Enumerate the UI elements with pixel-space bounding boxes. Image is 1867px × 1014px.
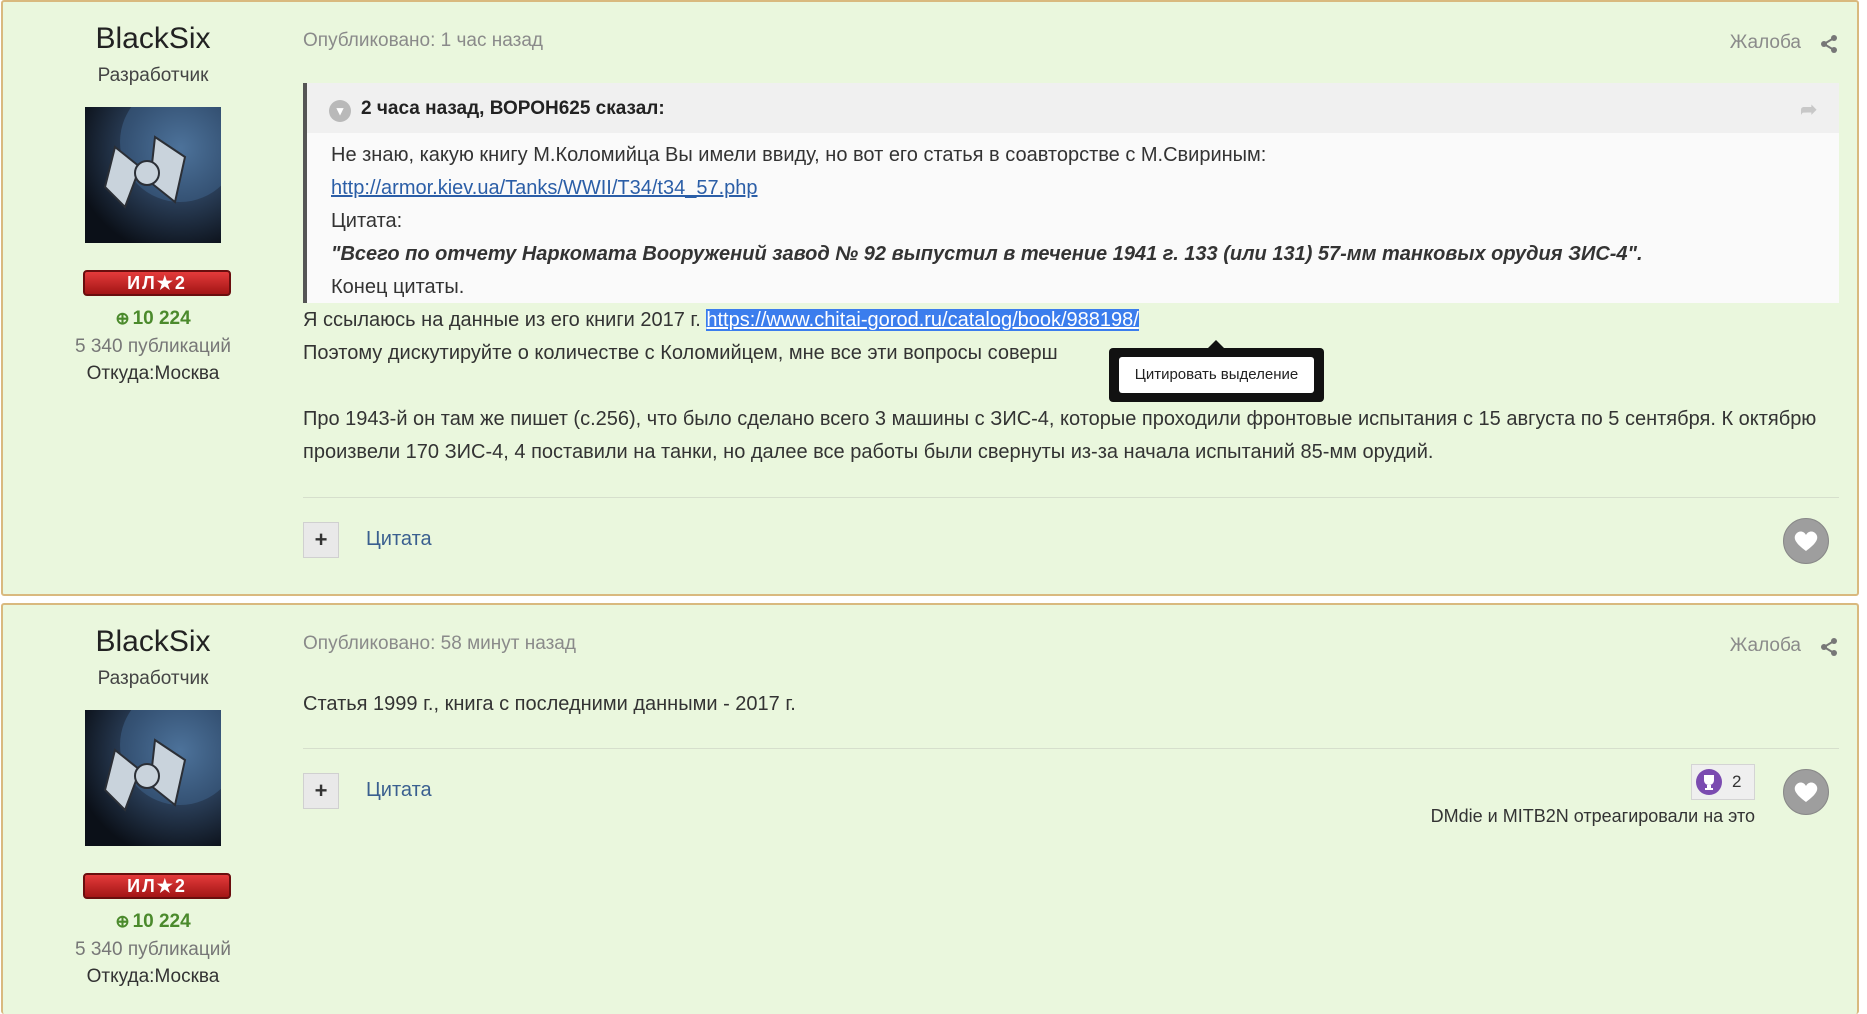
tooltip-arrow xyxy=(1207,340,1225,349)
avatar[interactable] xyxy=(85,107,221,243)
selected-link[interactable]: https://www.chitai-gorod.ru/catalog/book… xyxy=(706,309,1139,331)
posts-count: 5 340 публикаций xyxy=(75,939,231,960)
body-line: Поэтому дискутируйте о количестве с Коло… xyxy=(303,342,1058,364)
quote-line: Конец цитаты. xyxy=(331,276,465,298)
trophy-icon xyxy=(1696,769,1722,795)
reacted-users[interactable]: DMdie и MITB2N отреагировали на это xyxy=(1431,806,1755,827)
quote-block: ▾ 2 часа назад, ВОРОН625 сказал: ➦ Не зн… xyxy=(303,83,1839,303)
divider xyxy=(303,497,1839,498)
avatar[interactable] xyxy=(85,710,221,846)
published-time[interactable]: Опубликовано: 58 минут назад xyxy=(303,633,576,655)
quote-link[interactable]: http://armor.kiev.ua/Tanks/WWII/T34/t34_… xyxy=(331,177,758,199)
chevron-down-icon[interactable]: ▾ xyxy=(329,100,351,122)
heart-icon xyxy=(1794,782,1818,802)
multiquote-button[interactable]: + xyxy=(303,522,339,558)
quote-button[interactable]: Цитата xyxy=(366,528,432,551)
report-link[interactable]: Жалоба xyxy=(1730,635,1801,657)
divider xyxy=(303,748,1839,749)
report-link[interactable]: Жалоба xyxy=(1730,32,1801,54)
quote-button[interactable]: Цитата xyxy=(366,779,432,802)
quote-body: Не знаю, какую книгу М.Коломийца Вы имел… xyxy=(307,133,1839,304)
quote-header: ▾ 2 часа назад, ВОРОН625 сказал: ➦ xyxy=(307,83,1839,133)
plus-circle-icon: ⊕ xyxy=(115,912,130,931)
share-icon[interactable] xyxy=(1819,637,1839,657)
reputation: ⊕ 10 224 xyxy=(3,911,303,933)
reaction-summary[interactable]: 2 xyxy=(1691,764,1755,800)
posts-count: 5 340 публикаций xyxy=(75,336,231,357)
rank-badge: ИЛ★2 xyxy=(83,873,231,899)
author-name[interactable]: BlackSix xyxy=(3,22,303,56)
reputation-value: 10 224 xyxy=(132,308,191,329)
location: Откуда:Москва xyxy=(86,966,220,987)
quote-line-bold: "Всего по отчету Наркомата Вооружений за… xyxy=(331,243,1643,265)
heart-icon xyxy=(1794,531,1818,551)
post-2: BlackSix Разработчик ИЛ★2 ⊕ 10 224 5 340 … xyxy=(1,603,1859,1014)
rank-badge: ИЛ★2 xyxy=(83,270,231,296)
reputation-value: 10 224 xyxy=(132,911,191,932)
quote-selection-tooltip: Цитировать выделение xyxy=(1109,340,1324,402)
body-paragraph: Про 1943-й он там же пишет (с.256), что … xyxy=(303,408,1817,463)
body-line: Я ссылаюсь на данные из его книги 2017 г… xyxy=(303,309,1139,331)
like-button[interactable] xyxy=(1783,518,1829,564)
like-button[interactable] xyxy=(1783,769,1829,815)
quote-selection-button[interactable]: Цитировать выделение xyxy=(1119,357,1314,393)
arrow-share-icon[interactable]: ➦ xyxy=(1800,97,1817,122)
quote-line: Не знаю, какую книгу М.Коломийца Вы имел… xyxy=(331,144,1267,166)
multiquote-button[interactable]: + xyxy=(303,773,339,809)
reputation: ⊕ 10 224 xyxy=(3,308,303,330)
author-name[interactable]: BlackSix xyxy=(3,625,303,659)
reaction-count: 2 xyxy=(1732,772,1742,791)
plus-circle-icon: ⊕ xyxy=(115,309,130,328)
author-role: Разработчик xyxy=(97,668,209,689)
share-icon[interactable] xyxy=(1819,34,1839,54)
published-time[interactable]: Опубликовано: 1 час назад xyxy=(303,30,543,52)
post-body: Статья 1999 г., книга с последними данны… xyxy=(303,693,796,715)
quote-line: Цитата: xyxy=(331,210,403,232)
author-role: Разработчик xyxy=(97,65,209,86)
post-body: Я ссылаюсь на данные из его книги 2017 г… xyxy=(303,304,1843,469)
quote-citation[interactable]: 2 часа назад, ВОРОН625 сказал: xyxy=(361,98,665,120)
post-1: BlackSix Разработчик ИЛ★2 ⊕ 10 224 5 340 … xyxy=(1,0,1859,596)
location: Откуда:Москва xyxy=(86,363,220,384)
